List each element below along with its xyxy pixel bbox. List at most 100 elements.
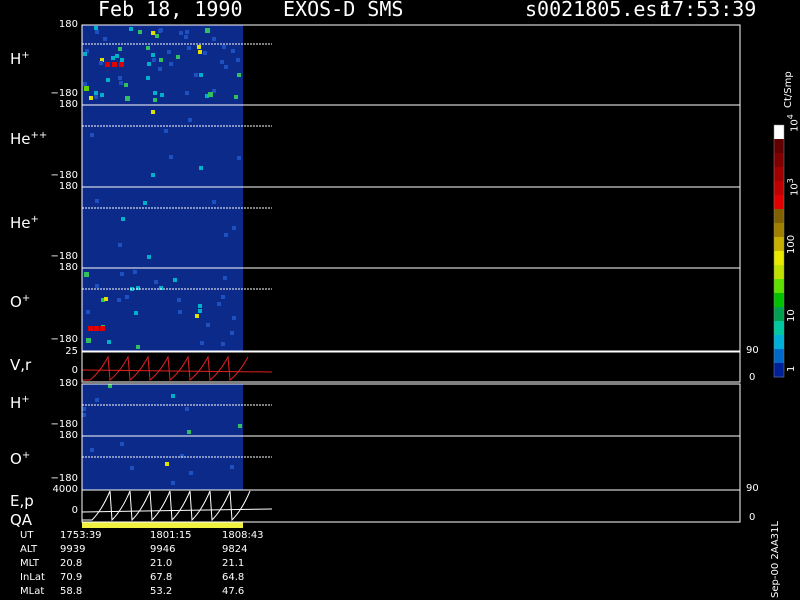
- spectrogram-cell: [151, 31, 155, 35]
- spectrogram-cell: [99, 61, 103, 65]
- y-tick-bottom: 0: [71, 505, 78, 516]
- spectrogram-cell: [151, 53, 155, 57]
- footer-label: InLat: [20, 572, 45, 583]
- spectrogram-cell: [115, 54, 119, 58]
- spectrogram-cell: [134, 311, 138, 315]
- spectrogram-cell: [154, 280, 158, 284]
- panel-label-h-plus-pitch: H+: [10, 50, 30, 68]
- spectrogram-cell: [94, 26, 98, 30]
- spectrogram-cell: [165, 462, 169, 466]
- spectrogram-cell: [220, 60, 224, 64]
- spectrogram-cell: [153, 98, 157, 102]
- spectrogram-cell: [169, 155, 173, 159]
- panel-label-o-plus-2: O+: [10, 450, 31, 468]
- spectrogram-cell: [232, 316, 236, 320]
- spectrogram-cell: [130, 466, 134, 470]
- spectrogram-cell: [200, 341, 204, 345]
- footer-value: 21.1: [222, 558, 245, 569]
- y-tick-top: 180: [58, 378, 78, 389]
- spectrogram-cell: [84, 272, 89, 277]
- spectrogram-cell: [158, 29, 162, 33]
- spectrogram-cell: [208, 92, 213, 97]
- spectrogram-cell: [105, 62, 110, 67]
- colorbar-swatch: [774, 251, 784, 266]
- y-tick-top: 180: [58, 181, 78, 192]
- spectrogram-cell: [118, 47, 122, 51]
- spectrogram-cell: [118, 76, 122, 80]
- panel-label-h-plus-2: H+: [10, 394, 30, 412]
- spectrogram-cell: [230, 465, 234, 469]
- spectrogram-cell: [177, 298, 181, 302]
- spectrogram-cell: [107, 340, 111, 344]
- spectrogram-cell: [100, 326, 105, 331]
- y-tick-bottom: −180: [50, 88, 78, 99]
- colorbar-swatch: [774, 293, 784, 308]
- footer-value: 53.2: [150, 586, 173, 597]
- footer-label: MLat: [20, 586, 45, 597]
- energy-mean: [81, 508, 273, 513]
- colorbar-tick: 10: [786, 309, 797, 322]
- spectrogram-cell: [221, 295, 225, 299]
- spectrogram-cell: [217, 302, 221, 306]
- spectrogram-cell: [224, 65, 228, 69]
- spectrogram-cell: [84, 86, 89, 91]
- footer-value: 70.9: [60, 572, 83, 583]
- footer-value: 58.8: [60, 586, 83, 597]
- spectrogram-cell: [223, 276, 227, 280]
- spectrogram-cell: [212, 37, 216, 41]
- spectrogram-cell: [198, 304, 202, 308]
- spectrogram-cell: [153, 91, 157, 95]
- spectrogram-cell: [198, 309, 202, 313]
- spectrogram-cell: [236, 58, 240, 62]
- y-tick-bottom: −180: [50, 170, 78, 181]
- spectrogram-cell: [100, 93, 104, 97]
- footer-label: ALT: [20, 544, 38, 555]
- y-tick-bottom: 0: [71, 365, 78, 376]
- y-tick-top: 25: [65, 346, 78, 357]
- footer-value: 20.8: [60, 558, 83, 569]
- y-tick-top: 4000: [52, 484, 78, 495]
- spectrogram-cell: [203, 51, 207, 55]
- spectrogram-cell: [82, 413, 86, 417]
- colorbar-swatch: [774, 265, 784, 280]
- colorbar-tick: 1: [786, 365, 797, 372]
- spectrogram-cell: [185, 91, 189, 95]
- colorbar-tick: 103: [786, 178, 800, 196]
- right-tick-top: 90: [746, 483, 759, 494]
- spectrogram-cell: [176, 55, 180, 59]
- spectrogram-cell: [206, 323, 210, 327]
- spectrogram-fill: [82, 268, 243, 351]
- footer-value: 67.8: [150, 572, 173, 583]
- qa-bar: [82, 522, 243, 528]
- spectrogram-cell: [212, 200, 216, 204]
- spectrogram-cell: [146, 46, 150, 50]
- spectrogram-cell: [119, 62, 124, 67]
- spectrogram-cell: [205, 28, 210, 33]
- spectrogram-cell: [178, 310, 182, 314]
- colorbar-swatch: [774, 321, 784, 336]
- footer-label: UT: [20, 530, 34, 541]
- panel-label-he-plus: He+: [10, 214, 39, 232]
- spectrogram-cell: [164, 129, 168, 133]
- spectrogram-cell: [147, 255, 151, 259]
- colorbar-swatch: [774, 209, 784, 224]
- spectrogram-cell: [89, 96, 93, 100]
- panel-label-o-plus-pitch: O+: [10, 293, 31, 311]
- spectrogram-cell: [90, 133, 94, 137]
- spectrogram-cell: [184, 35, 188, 39]
- colorbar-swatch: [774, 153, 784, 168]
- footer-value: 9946: [150, 544, 176, 555]
- footer-value: 9939: [60, 544, 86, 555]
- colorbar-tick: 100: [786, 234, 797, 254]
- y-tick-top: 180: [58, 430, 78, 441]
- panel-frame: [81, 351, 741, 383]
- colorbar-swatch: [774, 195, 784, 210]
- spectrogram-cell: [108, 384, 112, 388]
- spectrogram-cell: [94, 91, 98, 95]
- spectrogram-cell: [160, 93, 164, 97]
- spectrogram-cell: [151, 173, 155, 177]
- spectrogram-cell: [124, 83, 128, 87]
- spectrogram-cell: [103, 37, 107, 41]
- panel-label-e-p: E,p: [10, 492, 34, 510]
- colorbar-swatch: [774, 167, 784, 182]
